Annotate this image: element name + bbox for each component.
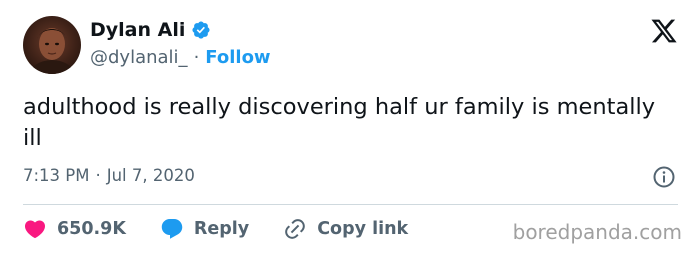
reply-button[interactable]: Reply bbox=[160, 217, 249, 241]
tweet-date[interactable]: Jul 7, 2020 bbox=[107, 166, 195, 185]
like-button[interactable]: 650.9K bbox=[23, 217, 126, 241]
x-logo-icon[interactable] bbox=[650, 17, 678, 45]
tweet-timestamp[interactable]: 7:13 PM · Jul 7, 2020 bbox=[23, 166, 195, 185]
author-display-name[interactable]: Dylan Ali bbox=[90, 19, 185, 41]
tweet-card: Dylan Ali @dylanali_ · Follow adulthood … bbox=[0, 0, 700, 256]
tweet-time[interactable]: 7:13 PM bbox=[23, 166, 89, 185]
avatar-image bbox=[28, 28, 76, 74]
copy-link-label: Copy link bbox=[317, 219, 409, 239]
copy-link-button[interactable]: Copy link bbox=[283, 217, 408, 241]
info-icon[interactable] bbox=[652, 165, 676, 189]
divider bbox=[23, 204, 678, 205]
follow-button[interactable]: Follow bbox=[205, 47, 270, 68]
reply-bubble-icon bbox=[160, 217, 184, 241]
like-count: 650.9K bbox=[57, 219, 126, 239]
link-icon bbox=[283, 217, 307, 241]
timestamp-separator: · bbox=[95, 166, 101, 185]
author-handle[interactable]: @dylanali_ bbox=[90, 47, 188, 68]
author-name-row: Dylan Ali bbox=[90, 19, 211, 41]
watermark: boredpanda.com bbox=[512, 220, 682, 244]
author-handle-row: @dylanali_ · Follow bbox=[90, 47, 271, 68]
handle-separator: · bbox=[193, 47, 200, 68]
reply-label: Reply bbox=[193, 219, 250, 239]
action-bar: 650.9K Reply Copy link bbox=[23, 215, 442, 243]
avatar[interactable] bbox=[23, 16, 81, 74]
tweet-text: adulthood is really discovering half ur … bbox=[23, 94, 656, 151]
verified-badge-icon bbox=[191, 20, 211, 40]
heart-icon bbox=[23, 217, 47, 241]
